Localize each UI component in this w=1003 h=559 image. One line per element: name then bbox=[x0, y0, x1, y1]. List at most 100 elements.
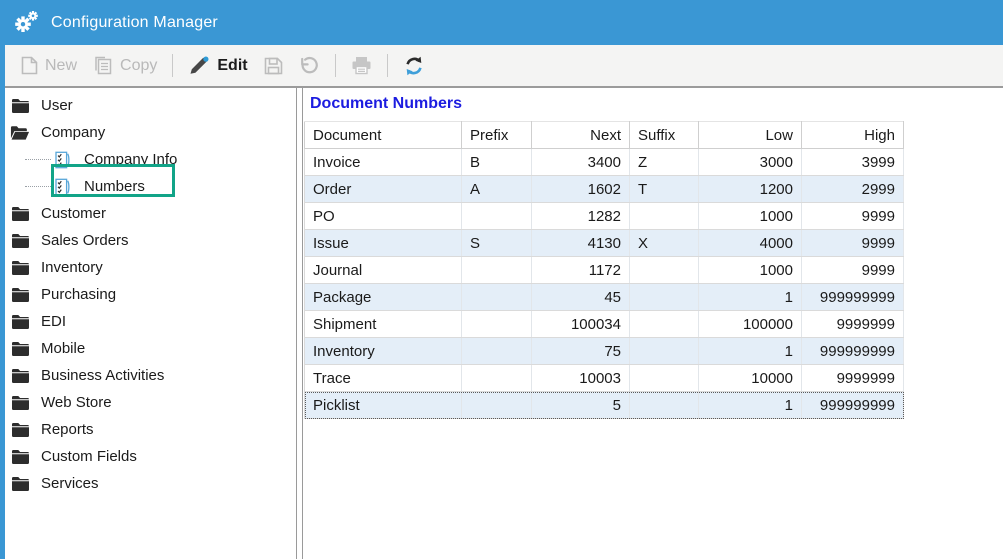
cell-prefix bbox=[461, 391, 532, 419]
sidebar-item-web-store[interactable]: Web Store bbox=[5, 389, 296, 416]
table-row-po[interactable]: PO 1282 1000 9999 bbox=[304, 202, 904, 230]
column-header-document[interactable]: Document bbox=[304, 121, 462, 149]
table-row-invoice[interactable]: Invoice B 3400 Z 3000 3999 bbox=[304, 148, 904, 176]
cell-next: 4130 bbox=[531, 229, 630, 257]
print-button[interactable] bbox=[343, 52, 380, 79]
cell-prefix: B bbox=[461, 148, 532, 176]
save-icon bbox=[264, 57, 283, 75]
cell-prefix: S bbox=[461, 229, 532, 257]
sidebar-item-user[interactable]: User bbox=[5, 92, 296, 119]
column-header-next[interactable]: Next bbox=[531, 121, 630, 149]
cell-low: 1200 bbox=[698, 175, 802, 203]
refresh-button[interactable] bbox=[395, 52, 433, 80]
cell-low: 1 bbox=[698, 391, 802, 419]
folder-icon bbox=[10, 475, 30, 493]
sidebar-item-label: User bbox=[41, 97, 73, 114]
column-header-suffix[interactable]: Suffix bbox=[629, 121, 699, 149]
cell-high: 9999 bbox=[801, 202, 904, 230]
cell-next: 75 bbox=[531, 337, 630, 365]
cell-low: 1000 bbox=[698, 202, 802, 230]
folder-icon bbox=[10, 286, 30, 304]
cell-next: 5 bbox=[531, 391, 630, 419]
new-button[interactable]: New bbox=[13, 52, 85, 79]
cell-low: 100000 bbox=[698, 310, 802, 338]
toolbar: New Copy Edit bbox=[5, 45, 1003, 88]
column-header-prefix[interactable]: Prefix bbox=[461, 121, 532, 149]
column-header-low[interactable]: Low bbox=[698, 121, 802, 149]
cell-prefix bbox=[461, 310, 532, 338]
cell-suffix bbox=[629, 391, 699, 419]
cell-prefix bbox=[461, 364, 532, 392]
cell-document: Invoice bbox=[304, 148, 462, 176]
sidebar-item-numbers[interactable]: Numbers bbox=[5, 164, 296, 200]
table-row-package[interactable]: Package 45 1 999999999 bbox=[304, 283, 904, 311]
table-body: Invoice B 3400 Z 3000 3999 Order A 1602 T 1200 2999… bbox=[304, 148, 904, 419]
sidebar-tree: User Company Company Info Numbers Customer Sa… bbox=[5, 88, 297, 559]
cell-suffix bbox=[629, 310, 699, 338]
folder-icon bbox=[10, 421, 30, 439]
cell-low: 10000 bbox=[698, 364, 802, 392]
cell-document: Package bbox=[304, 283, 462, 311]
save-button[interactable] bbox=[256, 53, 291, 79]
cell-high: 9999999 bbox=[801, 310, 904, 338]
table-row-picklist[interactable]: Picklist 5 1 999999999 bbox=[304, 391, 904, 419]
copy-icon bbox=[93, 56, 113, 75]
sidebar-item-label: Numbers bbox=[84, 178, 145, 195]
cell-suffix: T bbox=[629, 175, 699, 203]
cell-next: 3400 bbox=[531, 148, 630, 176]
sidebar-item-edi[interactable]: EDI bbox=[5, 308, 296, 335]
edit-pencil-icon bbox=[188, 56, 210, 76]
sidebar-item-reports[interactable]: Reports bbox=[5, 416, 296, 443]
cell-low: 1 bbox=[698, 337, 802, 365]
sidebar-item-business-activities[interactable]: Business Activities bbox=[5, 362, 296, 389]
undo-button[interactable] bbox=[291, 52, 328, 79]
sidebar-item-company-info[interactable]: Company Info bbox=[5, 146, 296, 173]
table-header-row: Document Prefix Next Suffix Low High bbox=[304, 121, 904, 149]
sidebar-item-customer[interactable]: Customer bbox=[5, 200, 296, 227]
tree-connector-line bbox=[25, 159, 51, 160]
folder-open-icon bbox=[10, 124, 30, 142]
sidebar-item-label: Services bbox=[41, 475, 99, 492]
copy-button[interactable]: Copy bbox=[85, 52, 165, 79]
cell-document: Issue bbox=[304, 229, 462, 257]
cell-high: 9999 bbox=[801, 256, 904, 284]
cell-low: 3000 bbox=[698, 148, 802, 176]
table-row-trace[interactable]: Trace 10003 10000 9999999 bbox=[304, 364, 904, 392]
table-row-shipment[interactable]: Shipment 100034 100000 9999999 bbox=[304, 310, 904, 338]
folder-icon bbox=[10, 448, 30, 466]
cell-next: 1172 bbox=[531, 256, 630, 284]
app-body: New Copy Edit User Company Company Info Numbe… bbox=[0, 45, 1003, 559]
cell-prefix bbox=[461, 283, 532, 311]
toolbar-button-label: Edit bbox=[217, 56, 248, 74]
cell-suffix bbox=[629, 337, 699, 365]
folder-icon bbox=[10, 340, 30, 358]
edit-button[interactable]: Edit bbox=[180, 52, 255, 80]
cell-prefix bbox=[461, 256, 532, 284]
folder-icon bbox=[10, 232, 30, 250]
column-header-high[interactable]: High bbox=[801, 121, 904, 149]
undo-icon bbox=[299, 56, 320, 75]
table-row-journal[interactable]: Journal 1172 1000 9999 bbox=[304, 256, 904, 284]
table-row-inventory[interactable]: Inventory 75 1 999999999 bbox=[304, 337, 904, 365]
table-row-order[interactable]: Order A 1602 T 1200 2999 bbox=[304, 175, 904, 203]
sidebar-item-mobile[interactable]: Mobile bbox=[5, 335, 296, 362]
cell-next: 1282 bbox=[531, 202, 630, 230]
sidebar-item-custom-fields[interactable]: Custom Fields bbox=[5, 443, 296, 470]
sidebar-item-services[interactable]: Services bbox=[5, 470, 296, 497]
sidebar-item-inventory[interactable]: Inventory bbox=[5, 254, 296, 281]
refresh-icon bbox=[403, 56, 425, 76]
cell-document: Order bbox=[304, 175, 462, 203]
sidebar-item-label: Mobile bbox=[41, 340, 86, 357]
sidebar-item-company[interactable]: Company bbox=[5, 119, 296, 146]
toolbar-button-label: New bbox=[45, 56, 78, 74]
tree-connector-line bbox=[25, 186, 51, 187]
table-row-issue[interactable]: Issue S 4130 X 4000 9999 bbox=[304, 229, 904, 257]
sidebar-item-purchasing[interactable]: Purchasing bbox=[5, 281, 296, 308]
cell-document: Picklist bbox=[304, 391, 462, 419]
sidebar-item-sales-orders[interactable]: Sales Orders bbox=[5, 227, 296, 254]
checklist-icon bbox=[54, 178, 71, 196]
cell-next: 10003 bbox=[531, 364, 630, 392]
cell-high: 2999 bbox=[801, 175, 904, 203]
cell-next: 1602 bbox=[531, 175, 630, 203]
cell-document: Trace bbox=[304, 364, 462, 392]
